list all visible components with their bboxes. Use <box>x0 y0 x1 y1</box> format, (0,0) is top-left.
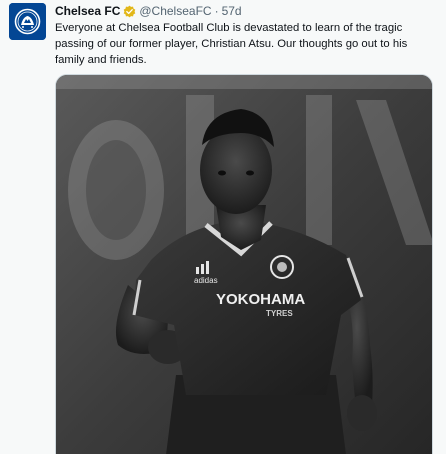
verified-badge-icon[interactable] <box>123 5 136 18</box>
chelsea-crest-icon <box>9 3 46 40</box>
author-name[interactable]: Chelsea FC <box>55 3 120 19</box>
tweet-content: Chelsea FC @ChelseaFC · 57d Everyone at … <box>55 3 434 68</box>
shirt-sponsor-text: YOKOHAMA <box>216 291 305 308</box>
tweet-header: Chelsea FC @ChelseaFC · 57d <box>55 3 434 19</box>
brand-mark-text: adidas <box>194 276 218 285</box>
author-handle[interactable]: @ChelseaFC <box>139 3 211 19</box>
avatar[interactable] <box>9 3 46 40</box>
tweet-photo[interactable]: adidas YOKOHAMA TYRES <box>55 74 433 454</box>
tweet-timestamp[interactable]: 57d <box>222 3 242 19</box>
tweet-text: Everyone at Chelsea Football Club is dev… <box>55 22 408 66</box>
shirt-sponsor-sub-text: TYRES <box>266 309 293 318</box>
header-separator: · <box>214 4 219 18</box>
player-photo: adidas YOKOHAMA TYRES <box>56 75 432 454</box>
tweet[interactable]: Chelsea FC @ChelseaFC · 57d Everyone at … <box>0 0 446 454</box>
